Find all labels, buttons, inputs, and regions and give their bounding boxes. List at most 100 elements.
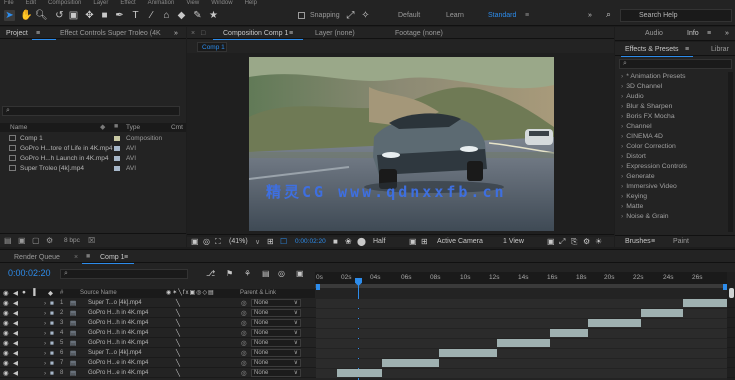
work-area-bar[interactable] (315, 284, 727, 288)
layer-quality-icon[interactable]: ╲ (176, 359, 180, 368)
project-settings-icon[interactable]: ⚙ (46, 236, 53, 245)
layer-duration-bar[interactable] (439, 349, 497, 357)
tab-libraries[interactable]: Librar (711, 46, 729, 53)
fast-preview-icon[interactable]: ▣ (409, 237, 417, 246)
snapping-checkbox[interactable] (298, 12, 305, 19)
transparency-icon[interactable]: ⊞ (421, 237, 428, 246)
new-comp-icon[interactable]: ▢ (32, 236, 40, 245)
project-item[interactable]: Comp 1 Composition (0, 134, 186, 143)
pickwhip-icon[interactable]: ◎ (241, 339, 247, 348)
col-number-icon[interactable]: # (60, 290, 63, 296)
col-name[interactable]: Name (10, 124, 27, 131)
effect-category-item[interactable]: › Boris FX Mocha (621, 113, 675, 120)
share-view-icon[interactable]: ⎘ (571, 237, 577, 247)
project-item[interactable]: GoPro H...h Launch in 4K.mp4 AVI (0, 154, 186, 163)
parent-dropdown[interactable]: None ∨ (251, 369, 301, 377)
tab-render-queue[interactable]: Render Queue (14, 254, 60, 261)
tab-composition[interactable]: Composition Comp 1 (223, 30, 288, 37)
col-parent-link[interactable]: Parent & Link (240, 290, 276, 296)
layer-quality-icon[interactable]: ╲ (176, 339, 180, 348)
footage-icon[interactable]: ▤ (70, 359, 76, 368)
grid-icon[interactable]: ⛶ (215, 237, 221, 247)
new-folder-icon[interactable]: ▣ (18, 236, 26, 245)
effects-search-input[interactable]: ⌕ (619, 59, 732, 69)
tab-brushes[interactable]: Brushes (625, 238, 651, 245)
layer-quality-icon[interactable]: ╲ (176, 349, 180, 358)
toggle-pixel-aspect-icon[interactable]: ▣ (547, 237, 555, 246)
layer-duration-bar[interactable] (683, 299, 727, 307)
workspace-standard[interactable]: Standard (488, 12, 516, 19)
solo-switch-icon[interactable]: ● (22, 289, 26, 296)
hand-tool-icon[interactable]: ✋ (20, 10, 32, 21)
col-comment[interactable]: Cmt (171, 124, 183, 131)
motion-blur-icon[interactable]: ◎ (278, 269, 285, 278)
layer-duration-bar[interactable] (336, 369, 382, 377)
layer-row[interactable]: ◉ ◀ › ■ ▤ ╲ ◎ 6 Super T...o [4k].mp4 None ∨ (0, 349, 735, 358)
timeline-search-input[interactable]: ⌕ (60, 269, 188, 279)
parent-dropdown[interactable]: None ∨ (251, 309, 301, 317)
mask-visibility-icon[interactable]: ◎ (203, 237, 210, 246)
current-time-display[interactable]: 0:00:02:20 (295, 238, 326, 245)
layer-name[interactable]: GoPro H...e in 4K.mp4 (88, 369, 148, 378)
workspace-default[interactable]: Default (398, 12, 420, 19)
puppet-tool-icon[interactable]: ★ (208, 10, 219, 21)
layer-row[interactable]: ◉ ◀ › ■ ▤ ╲ ◎ 3 GoPro H...h in 4K.mp4 None ∨ (0, 319, 735, 328)
clone-stamp-tool-icon[interactable]: ⌂ (161, 10, 172, 21)
layer-name[interactable]: GoPro H...h in 4K.mp4 (88, 339, 148, 348)
effect-category-item[interactable]: › CINEMA 4D (621, 133, 663, 140)
layer-visibility-icon[interactable]: ◉ (3, 329, 9, 338)
tab-effect-controls[interactable]: Effect Controls Super Troleo (4K (60, 30, 161, 37)
layer-row[interactable]: ◉ ◀ › ■ ▤ ╲ ◎ 4 GoPro H...h in 4K.mp4 None ∨ (0, 329, 735, 338)
resolution-dropdown[interactable]: Half (373, 238, 385, 245)
layer-name[interactable]: GoPro H...h in 4K.mp4 (88, 309, 148, 318)
effect-category-item[interactable]: › Blur & Sharpen (621, 103, 672, 110)
layer-visibility-icon[interactable]: ◉ (3, 359, 9, 368)
show-snapshot-icon[interactable]: ❀ (345, 237, 352, 246)
layer-row[interactable]: ◉ ◀ › ■ ▤ ╲ ◎ 8 GoPro H...e in 4K.mp4 None ∨ (0, 369, 735, 378)
selection-tool-icon[interactable]: ➤ (4, 10, 15, 21)
footage-icon[interactable]: ▤ (70, 369, 76, 378)
interpret-footage-icon[interactable]: ▤ (4, 236, 12, 245)
effect-category-item[interactable]: › 3D Channel (621, 83, 662, 90)
pan-behind-tool-icon[interactable]: ✥ (84, 10, 95, 21)
layer-row[interactable]: ◉ ◀ › ■ ▤ ╲ ◎ 1 Super T...o [4k].mp4 None ∨ (0, 299, 735, 308)
effect-category-item[interactable]: › Keying (621, 193, 647, 200)
exposure-icon[interactable]: ☀ (595, 237, 602, 246)
frame-blending-icon[interactable]: ▤ (262, 269, 270, 278)
composition-tab-menu-icon[interactable]: ≡ (289, 30, 293, 37)
timeline-tab-menu-icon[interactable]: ≡ (124, 254, 128, 261)
effect-category-item[interactable]: › Channel (621, 123, 652, 130)
layer-row[interactable]: ◉ ◀ › ■ ▤ ╲ ◎ 5 GoPro H...h in 4K.mp4 None ∨ (0, 339, 735, 348)
workspace-learn[interactable]: Learn (446, 12, 464, 19)
layer-expand-icon[interactable]: › (44, 349, 46, 358)
layer-expand-icon[interactable]: › (44, 339, 46, 348)
brush-tool-icon[interactable]: ∕ (146, 10, 157, 21)
roto-brush-tool-icon[interactable]: ✎ (192, 10, 203, 21)
footage-icon[interactable]: ▤ (70, 329, 76, 338)
trash-icon[interactable]: ☒ (88, 236, 95, 245)
effect-category-item[interactable]: › Color Correction (621, 143, 676, 150)
label-column-icon[interactable]: ◆ (100, 123, 105, 131)
video-switch-icon[interactable]: ◉ (3, 289, 9, 297)
chevron-down-icon[interactable]: ∨ (255, 238, 260, 246)
layer-visibility-icon[interactable]: ◉ (3, 309, 9, 318)
label-color-swatch[interactable] (114, 136, 120, 141)
layer-track[interactable] (316, 349, 727, 358)
layer-name[interactable]: GoPro H...h in 4K.mp4 (88, 329, 148, 338)
layer-visibility-icon[interactable]: ◉ (3, 349, 9, 358)
footage-icon[interactable]: ▤ (70, 349, 76, 358)
comp-breadcrumb[interactable]: Comp 1 (197, 42, 227, 52)
project-tab-menu-icon[interactable]: ≡ (36, 30, 40, 37)
camera-tool-icon[interactable]: ▣ (68, 10, 79, 21)
layer-name[interactable]: Super T...o [4k].mp4 (88, 349, 142, 358)
label-color-swatch[interactable] (114, 146, 120, 151)
layer-visibility-icon[interactable]: ◉ (3, 339, 9, 348)
layer-name[interactable]: GoPro H...h in 4K.mp4 (88, 319, 148, 328)
reset-exposure-icon[interactable]: ⤢ (559, 237, 565, 247)
tab-info[interactable]: Info (687, 30, 699, 37)
layer-audio-icon[interactable]: ◀ (13, 309, 18, 318)
layer-audio-icon[interactable]: ◀ (13, 339, 18, 348)
draft-3d-icon[interactable]: ⚑ (226, 269, 233, 278)
effect-category-item[interactable]: › Immersive Video (621, 183, 677, 190)
audio-switch-icon[interactable]: ◀ (13, 289, 18, 297)
